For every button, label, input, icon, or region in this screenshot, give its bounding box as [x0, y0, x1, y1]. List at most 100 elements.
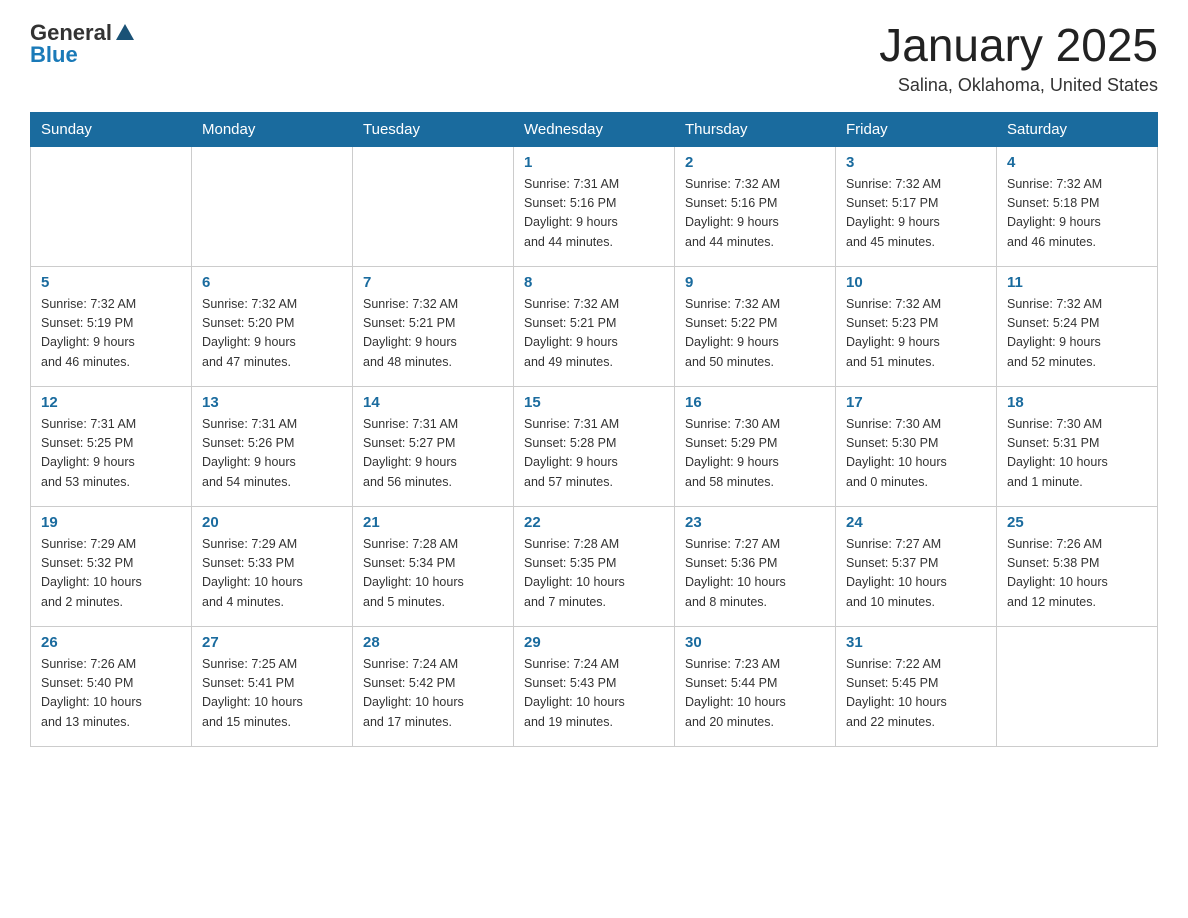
calendar-cell	[353, 146, 514, 266]
day-number: 8	[524, 274, 664, 291]
day-number: 17	[846, 394, 986, 411]
page-header: General Blue January 2025 Salina, Oklaho…	[30, 20, 1158, 96]
calendar-cell: 17 Sunrise: 7:30 AM Sunset: 5:30 PM Dayli…	[836, 386, 997, 506]
calendar-cell: 18 Sunrise: 7:30 AM Sunset: 5:31 PM Dayli…	[997, 386, 1158, 506]
day-number: 24	[846, 514, 986, 531]
calendar-cell: 10 Sunrise: 7:32 AM Sunset: 5:23 PM Dayli…	[836, 266, 997, 386]
day-info: Sunrise: 7:26 AM Sunset: 5:38 PM Dayligh…	[1007, 535, 1147, 613]
day-info: Sunrise: 7:31 AM Sunset: 5:16 PM Dayligh…	[524, 175, 664, 253]
day-number: 25	[1007, 514, 1147, 531]
day-number: 5	[41, 274, 181, 291]
day-number: 31	[846, 634, 986, 651]
day-number: 4	[1007, 154, 1147, 171]
weekday-header-row: SundayMondayTuesdayWednesdayThursdayFrid…	[31, 112, 1158, 146]
day-info: Sunrise: 7:32 AM Sunset: 5:20 PM Dayligh…	[202, 295, 342, 373]
calendar-cell: 20Sunrise: 7:29 AM Sunset: 5:33 PM Dayli…	[192, 506, 353, 626]
calendar-cell: 4 Sunrise: 7:32 AM Sunset: 5:18 PM Daylig…	[997, 146, 1158, 266]
calendar-cell: 25 Sunrise: 7:26 AM Sunset: 5:38 PM Dayli…	[997, 506, 1158, 626]
calendar-cell: 11 Sunrise: 7:32 AM Sunset: 5:24 PM Dayli…	[997, 266, 1158, 386]
calendar-cell: 15 Sunrise: 7:31 AM Sunset: 5:28 PM Dayli…	[514, 386, 675, 506]
day-info: Sunrise: 7:27 AM Sunset: 5:36 PM Dayligh…	[685, 535, 825, 613]
title-block: January 2025 Salina, Oklahoma, United St…	[879, 20, 1158, 96]
day-info: Sunrise: 7:28 AM Sunset: 5:35 PM Dayligh…	[524, 535, 664, 613]
day-info: Sunrise: 7:30 AM Sunset: 5:31 PM Dayligh…	[1007, 415, 1147, 493]
day-info: Sunrise: 7:26 AM Sunset: 5:40 PM Dayligh…	[41, 655, 181, 733]
calendar-cell: 13 Sunrise: 7:31 AM Sunset: 5:26 PM Dayli…	[192, 386, 353, 506]
calendar-cell	[31, 146, 192, 266]
day-info: Sunrise: 7:32 AM Sunset: 5:18 PM Dayligh…	[1007, 175, 1147, 253]
calendar-cell: 8 Sunrise: 7:32 AM Sunset: 5:21 PM Daylig…	[514, 266, 675, 386]
calendar-cell: 28Sunrise: 7:24 AM Sunset: 5:42 PM Dayli…	[353, 626, 514, 746]
calendar-table: SundayMondayTuesdayWednesdayThursdayFrid…	[30, 112, 1158, 747]
day-info: Sunrise: 7:29 AM Sunset: 5:32 PM Dayligh…	[41, 535, 181, 613]
day-number: 1	[524, 154, 664, 171]
day-number: 22	[524, 514, 664, 531]
calendar-cell: 24 Sunrise: 7:27 AM Sunset: 5:37 PM Dayli…	[836, 506, 997, 626]
calendar-cell: 26Sunrise: 7:26 AM Sunset: 5:40 PM Dayli…	[31, 626, 192, 746]
day-number: 15	[524, 394, 664, 411]
day-number: 9	[685, 274, 825, 291]
weekday-header-monday: Monday	[192, 112, 353, 146]
weekday-header-wednesday: Wednesday	[514, 112, 675, 146]
calendar-cell: 21 Sunrise: 7:28 AM Sunset: 5:34 PM Dayli…	[353, 506, 514, 626]
calendar-cell: 7Sunrise: 7:32 AM Sunset: 5:21 PM Daylig…	[353, 266, 514, 386]
location-title: Salina, Oklahoma, United States	[879, 75, 1158, 96]
day-info: Sunrise: 7:28 AM Sunset: 5:34 PM Dayligh…	[363, 535, 503, 613]
day-number: 18	[1007, 394, 1147, 411]
day-info: Sunrise: 7:32 AM Sunset: 5:23 PM Dayligh…	[846, 295, 986, 373]
calendar-cell	[997, 626, 1158, 746]
calendar-cell: 23 Sunrise: 7:27 AM Sunset: 5:36 PM Dayli…	[675, 506, 836, 626]
day-number: 30	[685, 634, 825, 651]
day-info: Sunrise: 7:30 AM Sunset: 5:29 PM Dayligh…	[685, 415, 825, 493]
day-number: 10	[846, 274, 986, 291]
day-info: Sunrise: 7:30 AM Sunset: 5:30 PM Dayligh…	[846, 415, 986, 493]
day-number: 7	[363, 274, 503, 291]
week-row-4: 19 Sunrise: 7:29 AM Sunset: 5:32 PM Dayli…	[31, 506, 1158, 626]
day-info: Sunrise: 7:31 AM Sunset: 5:27 PM Dayligh…	[363, 415, 503, 493]
day-info: Sunrise: 7:24 AM Sunset: 5:42 PM Dayligh…	[363, 655, 503, 733]
day-number: 14	[363, 394, 503, 411]
day-number: 11	[1007, 274, 1147, 291]
calendar-cell: 16 Sunrise: 7:30 AM Sunset: 5:29 PM Dayli…	[675, 386, 836, 506]
day-number: 23	[685, 514, 825, 531]
day-info: Sunrise: 7:32 AM Sunset: 5:17 PM Dayligh…	[846, 175, 986, 253]
day-number: 27	[202, 634, 342, 651]
day-info: Sunrise: 7:32 AM Sunset: 5:16 PM Dayligh…	[685, 175, 825, 253]
day-info: Sunrise: 7:31 AM Sunset: 5:26 PM Dayligh…	[202, 415, 342, 493]
week-row-5: 26Sunrise: 7:26 AM Sunset: 5:40 PM Dayli…	[31, 626, 1158, 746]
calendar-cell	[192, 146, 353, 266]
day-info: Sunrise: 7:25 AM Sunset: 5:41 PM Dayligh…	[202, 655, 342, 733]
day-number: 16	[685, 394, 825, 411]
day-info: Sunrise: 7:24 AM Sunset: 5:43 PM Dayligh…	[524, 655, 664, 733]
week-row-1: 1 Sunrise: 7:31 AM Sunset: 5:16 PM Daylig…	[31, 146, 1158, 266]
day-info: Sunrise: 7:32 AM Sunset: 5:19 PM Dayligh…	[41, 295, 181, 373]
day-info: Sunrise: 7:32 AM Sunset: 5:24 PM Dayligh…	[1007, 295, 1147, 373]
day-number: 19	[41, 514, 181, 531]
day-info: Sunrise: 7:27 AM Sunset: 5:37 PM Dayligh…	[846, 535, 986, 613]
calendar-cell: 19 Sunrise: 7:29 AM Sunset: 5:32 PM Dayli…	[31, 506, 192, 626]
weekday-header-sunday: Sunday	[31, 112, 192, 146]
day-number: 6	[202, 274, 342, 291]
calendar-cell: 6 Sunrise: 7:32 AM Sunset: 5:20 PM Daylig…	[192, 266, 353, 386]
day-info: Sunrise: 7:32 AM Sunset: 5:22 PM Dayligh…	[685, 295, 825, 373]
calendar-cell: 12Sunrise: 7:31 AM Sunset: 5:25 PM Dayli…	[31, 386, 192, 506]
day-number: 29	[524, 634, 664, 651]
weekday-header-tuesday: Tuesday	[353, 112, 514, 146]
calendar-cell: 2Sunrise: 7:32 AM Sunset: 5:16 PM Daylig…	[675, 146, 836, 266]
week-row-3: 12Sunrise: 7:31 AM Sunset: 5:25 PM Dayli…	[31, 386, 1158, 506]
day-info: Sunrise: 7:31 AM Sunset: 5:28 PM Dayligh…	[524, 415, 664, 493]
day-number: 21	[363, 514, 503, 531]
day-info: Sunrise: 7:32 AM Sunset: 5:21 PM Dayligh…	[524, 295, 664, 373]
calendar-cell: 14 Sunrise: 7:31 AM Sunset: 5:27 PM Dayli…	[353, 386, 514, 506]
month-title: January 2025	[879, 20, 1158, 71]
calendar-cell: 22 Sunrise: 7:28 AM Sunset: 5:35 PM Dayli…	[514, 506, 675, 626]
day-number: 13	[202, 394, 342, 411]
day-number: 12	[41, 394, 181, 411]
day-info: Sunrise: 7:23 AM Sunset: 5:44 PM Dayligh…	[685, 655, 825, 733]
weekday-header-friday: Friday	[836, 112, 997, 146]
week-row-2: 5 Sunrise: 7:32 AM Sunset: 5:19 PM Daylig…	[31, 266, 1158, 386]
logo: General Blue	[30, 20, 134, 68]
calendar-cell: 31Sunrise: 7:22 AM Sunset: 5:45 PM Dayli…	[836, 626, 997, 746]
calendar-cell: 3Sunrise: 7:32 AM Sunset: 5:17 PM Daylig…	[836, 146, 997, 266]
logo-triangle-icon	[116, 24, 134, 40]
